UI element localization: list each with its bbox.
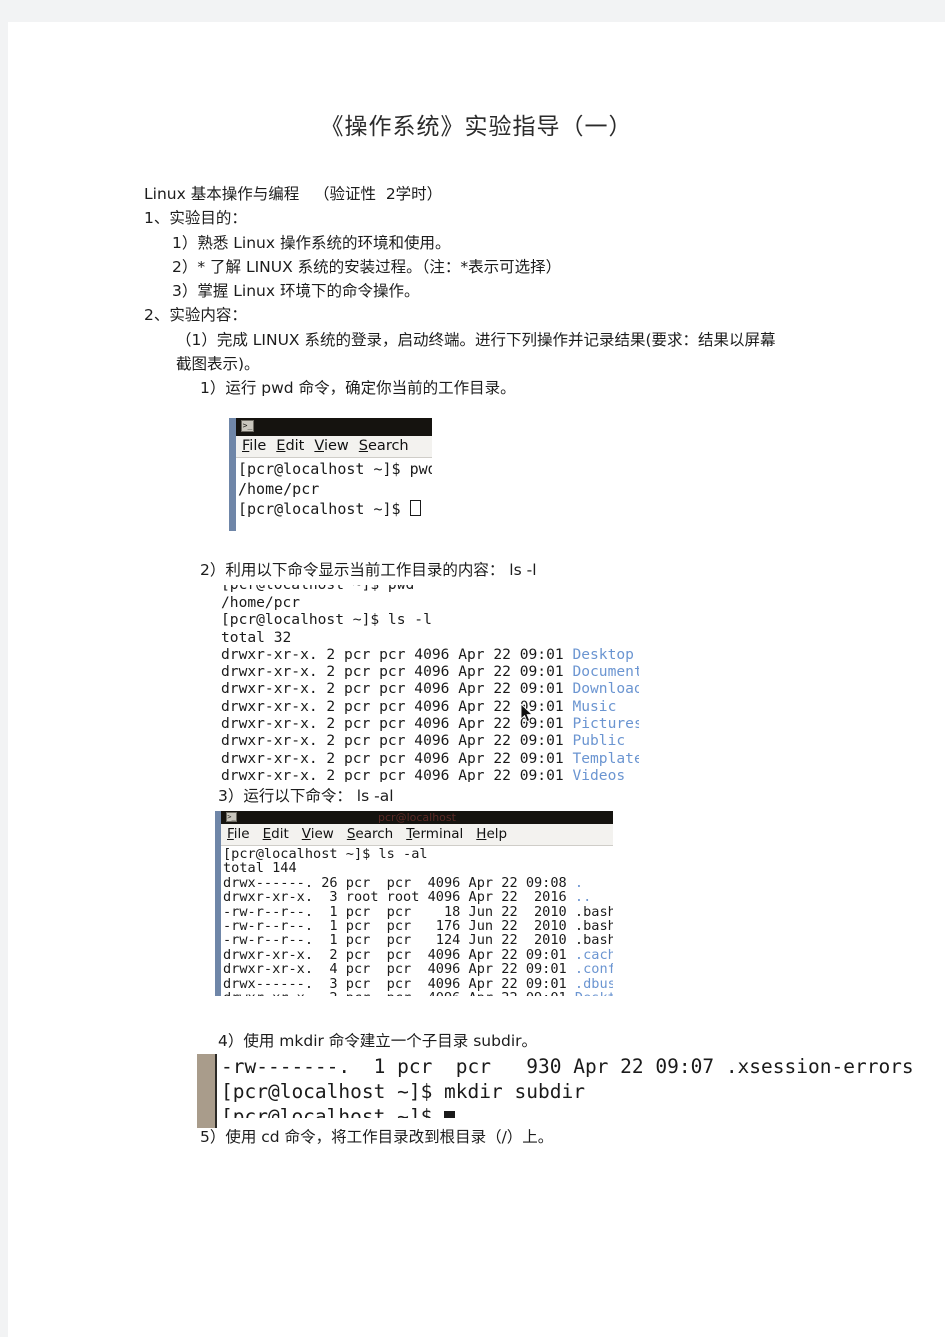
listing-meta: drwxr-xr-x. 2 pcr pcr 4096 Apr 22 09:01 (223, 990, 575, 996)
menu-item-view[interactable]: View (302, 826, 334, 842)
terminal-menubar: File Edit View Search Terminal Help (221, 824, 613, 846)
listing-name: Videos (572, 766, 626, 782)
listing-row: drwxr-xr-x. 2 pcr pcr 4096 Apr 22 09:01 … (221, 732, 625, 749)
document-body: Linux 基本操作与编程 （验证性 2学时） 1、实验目的： 1）熟悉 Lin… (144, 182, 884, 401)
listing-row: drwxr-xr-x. 2 pcr pcr 4096 Apr 22 09:01 … (223, 990, 613, 996)
terminal-titlebar: >_ pcr@localhost (221, 811, 613, 824)
terminal-line: /home/pcr (238, 480, 320, 498)
body-line-course: Linux 基本操作与编程 （验证性 2学时） (144, 185, 443, 203)
terminal-line: [pcr@localhost ~]$ (238, 500, 410, 518)
body-line-purpose-1: 1）熟悉 Linux 操作系统的环境和使用。 (172, 233, 451, 252)
listing-name: Pictures (572, 715, 639, 733)
listing-meta: drwxr-xr-x. 2 pcr pcr 4096 Apr 22 09:01 (221, 663, 573, 681)
menu-item-file[interactable]: File (242, 438, 266, 454)
listing-name: Desktop (575, 990, 613, 996)
listing-name: Desktop (572, 645, 634, 663)
terminal-line: -rw-------. 1 pcr pcr 930 Apr 22 09:07 .… (221, 1055, 914, 1078)
terminal-screen: -rw-------. 1 pcr pcr 930 Apr 22 09:07 .… (219, 1054, 943, 1118)
listing-row: drwxr-xr-x. 2 pcr pcr 4096 Apr 22 09:01 … (221, 698, 616, 715)
step-2-label-wrap: 2）利用以下命令显示当前工作目录的内容： ls -l (200, 558, 940, 582)
terminal-screenshot-ls-al: >_ pcr@localhost File Edit View Search Termi… (215, 811, 613, 996)
listing-row: drwxr-xr-x. 2 pcr pcr 4096 Apr 22 09:01 … (221, 680, 639, 697)
terminal-menubar: File Edit View Search (236, 436, 432, 458)
window-left-edge (215, 811, 221, 996)
listing-row: drwxr-xr-x. 2 pcr pcr 4096 Apr 22 09:01 … (221, 663, 639, 680)
page-title: 《操作系统》实验指导（一） (320, 114, 633, 140)
terminal-cursor (409, 500, 421, 516)
menu-item-edit[interactable]: Edit (276, 438, 304, 454)
body-line-purpose-heading: 1、实验目的： (144, 209, 247, 228)
menu-item-search[interactable]: Search (347, 826, 393, 842)
terminal-screen: [pcr@localhost ~]$ pwd /home/pcr [pcr@lo… (236, 458, 432, 519)
terminal-listing: drwx------. 26 pcr pcr 4096 Apr 22 09:08… (223, 875, 613, 996)
menu-item-search[interactable]: Search (359, 438, 409, 454)
terminal-screen: [pcr@localhost ~]$ ls -al total 144 drwx… (221, 846, 613, 996)
body-line-step-3: 3）运行以下命令： ls -al (218, 787, 394, 805)
menu-item-edit[interactable]: Edit (263, 826, 289, 842)
listing-name: Public (572, 732, 626, 750)
listing-name: Templates (572, 749, 639, 767)
step-4-label-wrap: 4）使用 mkdir 命令建立一个子目录 subdir。 (218, 1029, 945, 1053)
menu-item-view[interactable]: View (314, 438, 348, 454)
body-line-step-4: 4）使用 mkdir 命令建立一个子目录 subdir。 (218, 1032, 537, 1050)
terminal-cursor (444, 1111, 456, 1118)
terminal-titlebar: >_ (236, 418, 432, 436)
listing-row: drwxr-xr-x. 2 pcr pcr 4096 Apr 22 09:01 … (221, 715, 639, 732)
terminal-icon: >_ (241, 420, 254, 432)
terminal-listing: drwxr-xr-x. 2 pcr pcr 4096 Apr 22 09:01 … (221, 646, 639, 782)
listing-row: drwxr-xr-x. 2 pcr pcr 4096 Apr 22 09:01 … (221, 750, 639, 767)
terminal-screenshot-ls-l: [pcr@localhost ~]$ pwd/home/pcr [pcr@loc… (219, 585, 639, 782)
terminal-line: /home/pcr (221, 594, 301, 611)
window-left-gutter (197, 1054, 217, 1128)
listing-row: drwxr-xr-x. 2 pcr pcr 4096 Apr 22 09:01 … (221, 646, 634, 663)
terminal-screenshot-pwd: >_ File Edit View Search [pcr@localhost ~]$… (229, 418, 432, 531)
terminal-line: [pcr@localhost ~]$ ls -l (221, 611, 432, 629)
body-line-step-2: 2）利用以下命令显示当前工作目录的内容： ls -l (200, 561, 537, 579)
body-line-content-1b: 截图表示)。 (176, 355, 260, 374)
listing-row: drwxr-xr-x. 2 pcr pcr 4096 Apr 22 09:01 … (221, 767, 625, 782)
listing-name: Downloads (572, 680, 639, 698)
listing-name: Documents (572, 663, 639, 681)
body-line-step-1: 1）运行 pwd 命令，确定你当前的工作目录。 (200, 379, 516, 398)
body-line-content-1a: （1）完成 LINUX 系统的登录，启动终端。进行下列操作并记录结果(要求：结果… (176, 330, 776, 349)
terminal-line: total 32 (221, 628, 292, 646)
listing-meta: drwxr-xr-x. 2 pcr pcr 4096 Apr 22 09:01 (221, 749, 573, 767)
menu-item-help[interactable]: Help (476, 826, 507, 842)
listing-meta: drwxr-xr-x. 2 pcr pcr 4096 Apr 22 09:01 (221, 766, 573, 782)
listing-meta: drwxr-xr-x. 2 pcr pcr 4096 Apr 22 09:01 (221, 680, 573, 698)
body-line-content-heading: 2、实验内容： (144, 306, 247, 325)
terminal-title-text: pcr@localhost (378, 811, 456, 824)
listing-meta: drwxr-xr-x. 2 pcr pcr 4096 Apr 22 09:01 (221, 697, 573, 715)
menu-item-file[interactable]: File (227, 826, 250, 842)
body-line-purpose-2: 2）* 了解 LINUX 系统的安装过程。（注：*表示可选择） (172, 257, 562, 276)
listing-meta: drwxr-xr-x. 2 pcr pcr 4096 Apr 22 09:01 (221, 645, 573, 663)
body-line-step-5: 5）使用 cd 命令，将工作目录改到根目录（/）上。 (200, 1128, 554, 1146)
window-left-edge (229, 418, 236, 531)
listing-meta: drwxr-xr-x. 2 pcr pcr 4096 Apr 22 09:01 (221, 732, 573, 750)
terminal-screen: [pcr@localhost ~]$ pwd/home/pcr [pcr@loc… (219, 585, 639, 782)
body-line-purpose-3: 3）掌握 Linux 环境下的命令操作。 (172, 282, 420, 301)
terminal-line: [pcr@localhost ~]$ pwd (238, 460, 432, 478)
terminal-clipped-top-line: [pcr@localhost ~]$ pwd (221, 585, 639, 594)
terminal-line: [pcr@localhost ~]$ mkdir subdir (221, 1080, 585, 1103)
menu-item-terminal[interactable]: Terminal (406, 826, 463, 842)
listing-meta: drwxr-xr-x. 2 pcr pcr 4096 Apr 22 09:01 (221, 715, 573, 733)
terminal-screenshot-mkdir: -rw-------. 1 pcr pcr 930 Apr 22 09:07 .… (197, 1054, 943, 1128)
terminal-clipped-bottom-line: [pcr@localhost ~]$ (221, 1104, 943, 1118)
step-5-label-wrap: 5）使用 cd 命令，将工作目录改到根目录（/）上。 (200, 1125, 940, 1149)
listing-name: Music (572, 697, 617, 715)
document-page: 《操作系统》实验指导（一） Linux 基本操作与编程 （验证性 2学时） 1、… (8, 22, 945, 1337)
step-3-label-wrap: 3）运行以下命令： ls -al (218, 784, 945, 808)
